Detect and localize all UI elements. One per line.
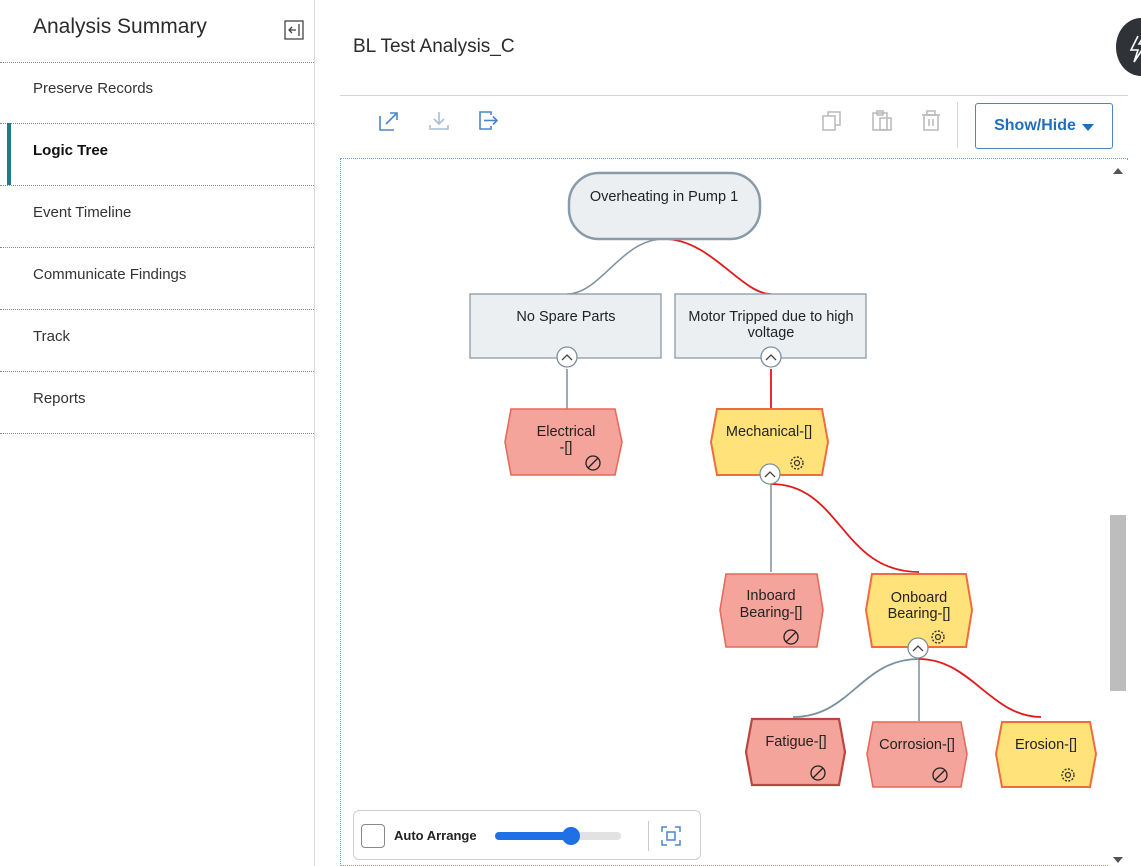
sidebar-item-label: Event Timeline <box>33 204 132 221</box>
show-hide-label: Show/Hide <box>994 117 1076 134</box>
sidebar-title: Analysis Summary <box>33 15 207 38</box>
tree-node-label: Mechanical-[] <box>726 424 812 440</box>
tree-link <box>566 238 665 295</box>
expand-icon[interactable] <box>376 108 402 134</box>
paste-icon[interactable] <box>869 108 895 134</box>
fit-to-screen-icon[interactable] <box>659 824 683 848</box>
zoom-slider-fill <box>495 832 571 840</box>
sidebar-item-logic-tree[interactable]: Logic Tree <box>0 123 314 186</box>
sidebar: Analysis Summary Preserve Records Logic … <box>0 0 315 866</box>
toolbar-separator <box>957 102 958 148</box>
tree-node-label: Fatigue-[] <box>765 734 826 750</box>
tree-node-fatigue[interactable] <box>744 717 847 787</box>
controls-separator <box>648 821 649 851</box>
active-indicator <box>7 123 11 185</box>
tree-node-label: Corrosion-[] <box>879 737 955 753</box>
tree-node-label: -[] <box>560 440 573 456</box>
show-hide-button[interactable]: Show/Hide <box>975 103 1113 149</box>
divider <box>340 95 1128 96</box>
scroll-thumb[interactable] <box>1110 515 1126 691</box>
scroll-down-icon[interactable] <box>1113 857 1123 863</box>
sidebar-item-preserve-records[interactable]: Preserve Records <box>0 62 314 124</box>
tree-node-erosion[interactable] <box>994 721 1098 788</box>
tree-link <box>918 658 1042 718</box>
collapse-toggle-icon[interactable] <box>760 346 782 368</box>
tree-node-label: Electrical <box>537 424 596 440</box>
auto-arrange-checkbox[interactable] <box>361 824 385 848</box>
tree-link <box>792 658 920 718</box>
sidebar-item-reports[interactable]: Reports <box>0 372 314 434</box>
sidebar-item-label: Logic Tree <box>33 142 109 159</box>
canvas-controls: Auto Arrange <box>353 810 701 860</box>
tree-node-label: Erosion-[] <box>1015 737 1077 753</box>
sidebar-item-label: Preserve Records <box>33 80 154 97</box>
tree-link <box>770 483 920 573</box>
sidebar-item-label: Track <box>33 328 70 345</box>
caret-down-icon <box>1081 124 1094 131</box>
tree-node-label: voltage <box>748 325 795 341</box>
logic-tree-canvas[interactable]: Overheating in Pump 1 No Spare Parts Mot… <box>340 158 1128 866</box>
collapse-toggle-icon[interactable] <box>907 637 929 659</box>
tree-node-label: Onboard <box>891 590 947 606</box>
sidebar-item-event-timeline[interactable]: Event Timeline <box>0 186 314 248</box>
zoom-slider-handle[interactable] <box>562 827 580 845</box>
tree-node-label: Overheating in Pump 1 <box>590 189 738 205</box>
tree-node-label: No Spare Parts <box>516 309 615 325</box>
delete-icon[interactable] <box>918 108 944 134</box>
tree-node-corrosion[interactable] <box>866 721 968 788</box>
tree-link <box>663 238 772 295</box>
lightning-icon[interactable] <box>1116 18 1141 76</box>
scroll-up-icon[interactable] <box>1113 168 1123 174</box>
sidebar-header: Analysis Summary <box>0 0 314 63</box>
sidebar-item-communicate-findings[interactable]: Communicate Findings <box>0 248 314 310</box>
sidebar-item-label: Reports <box>33 390 86 407</box>
copy-icon[interactable] <box>819 108 845 134</box>
tree-node-label: Motor Tripped due to high <box>688 309 853 325</box>
tree-node-label: Bearing-[] <box>888 606 951 622</box>
zoom-slider[interactable] <box>495 827 621 845</box>
canvas-scrollbar[interactable] <box>1108 160 1128 866</box>
tree-node-label: Bearing-[] <box>740 605 803 621</box>
collapse-toggle-icon[interactable] <box>556 346 578 368</box>
sidebar-item-track[interactable]: Track <box>0 310 314 372</box>
auto-arrange-label: Auto Arrange <box>394 828 477 843</box>
collapse-sidebar-icon[interactable] <box>284 20 304 40</box>
sidebar-item-label: Communicate Findings <box>33 266 187 283</box>
tree-node-root[interactable] <box>567 171 762 241</box>
page-title: BL Test Analysis_C <box>353 36 515 57</box>
download-icon[interactable] <box>426 108 452 134</box>
tree-node-label: Inboard <box>746 588 795 604</box>
export-icon[interactable] <box>475 108 501 134</box>
collapse-toggle-icon[interactable] <box>759 463 781 485</box>
